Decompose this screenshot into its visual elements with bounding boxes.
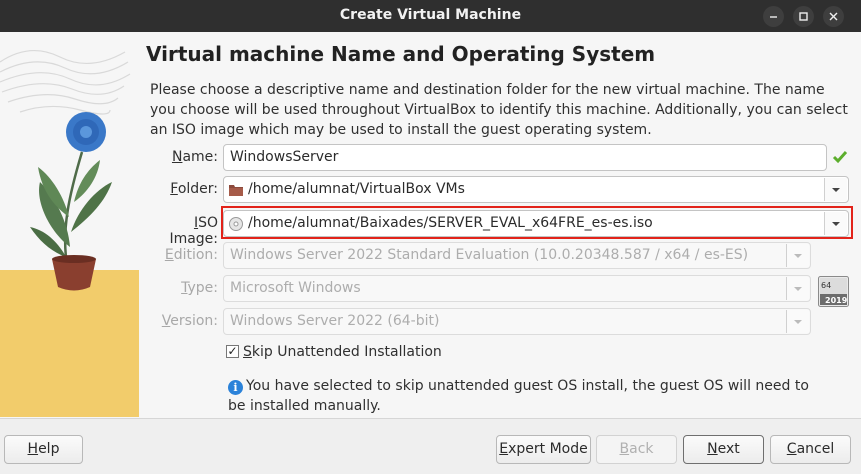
close-button[interactable] bbox=[823, 6, 844, 27]
close-icon bbox=[829, 12, 838, 21]
edition-label-text: dition: bbox=[173, 247, 218, 263]
minimize-icon bbox=[770, 16, 777, 18]
expert-mode-mnemonic: E bbox=[499, 441, 509, 457]
help-mnemonic: H bbox=[27, 441, 39, 457]
type-label-text: ype: bbox=[187, 280, 218, 296]
type-label: Type: bbox=[146, 280, 218, 296]
back-button[interactable]: Back bbox=[596, 435, 677, 464]
os-badge-arch: 64 bbox=[821, 281, 831, 290]
type-dropdown-arrow-icon bbox=[786, 277, 809, 300]
skip-unattended-checkbox[interactable]: ✓ bbox=[226, 345, 239, 358]
iso-label: ISO Image: bbox=[146, 215, 218, 247]
os-badge-year: 2019 bbox=[825, 296, 848, 305]
back-mnemonic: B bbox=[619, 441, 630, 457]
folder-icon bbox=[229, 185, 243, 196]
type-select-value: Microsoft Windows bbox=[230, 280, 361, 296]
expert-mode-text: xpert Mode bbox=[508, 441, 588, 457]
page-description: Please choose a descriptive name and des… bbox=[150, 82, 848, 138]
minimize-button[interactable] bbox=[763, 6, 784, 27]
page-heading: Virtual machine Name and Operating Syste… bbox=[146, 42, 656, 66]
window-title: Create Virtual Machine bbox=[339, 7, 522, 23]
cancel-text: ancel bbox=[796, 441, 835, 457]
folder-label-text: older: bbox=[177, 181, 218, 197]
folder-label-mnemonic: F bbox=[170, 181, 178, 197]
name-label-mnemonic: N bbox=[171, 149, 183, 165]
windows-server-os-icon: 64 2019 bbox=[818, 276, 849, 307]
iso-highlight-box bbox=[221, 206, 853, 239]
edition-select: Windows Server 2022 Standard Evaluation … bbox=[223, 242, 811, 269]
cancel-button[interactable]: Cancel bbox=[770, 435, 851, 464]
folder-select[interactable]: /home/alumnat/VirtualBox VMs bbox=[223, 176, 849, 203]
wizard-illustration bbox=[0, 32, 139, 417]
name-input[interactable]: WindowsServer bbox=[223, 144, 827, 171]
version-select: Windows Server 2022 (64-bit) bbox=[223, 308, 811, 335]
version-dropdown-arrow-icon bbox=[786, 310, 809, 333]
cancel-mnemonic: C bbox=[786, 441, 797, 457]
folder-select-value: /home/alumnat/VirtualBox VMs bbox=[248, 181, 465, 197]
info-icon: i bbox=[228, 380, 243, 395]
help-text: elp bbox=[38, 441, 60, 457]
skip-unattended-label[interactable]: Skip Unattended Installation bbox=[243, 344, 442, 360]
next-button[interactable]: Next bbox=[683, 435, 764, 464]
edition-dropdown-arrow-icon bbox=[786, 244, 809, 267]
skip-unattended-text: kip Unattended Installation bbox=[251, 344, 442, 360]
maximize-button[interactable] bbox=[793, 6, 814, 27]
valid-check-icon bbox=[832, 151, 848, 164]
folder-label: Folder: bbox=[146, 181, 218, 197]
version-select-value: Windows Server 2022 (64-bit) bbox=[230, 313, 440, 329]
version-label: Version: bbox=[146, 313, 218, 329]
help-button[interactable]: Help bbox=[4, 435, 83, 464]
info-text: You have selected to skip unattended gue… bbox=[228, 378, 809, 414]
unattended-info-message: i You have selected to skip unattended gu… bbox=[228, 376, 828, 416]
name-input-value: WindowsServer bbox=[230, 149, 339, 165]
maximize-icon bbox=[799, 12, 808, 21]
type-select: Microsoft Windows bbox=[223, 275, 811, 302]
edition-label-mnemonic: E bbox=[164, 247, 174, 263]
edition-select-value: Windows Server 2022 Standard Evaluation … bbox=[230, 247, 749, 263]
version-label-mnemonic: V bbox=[161, 313, 171, 329]
next-mnemonic: N bbox=[707, 441, 718, 457]
back-text: ack bbox=[629, 441, 654, 457]
folder-dropdown-arrow-icon[interactable] bbox=[824, 178, 847, 201]
edition-label: Edition: bbox=[146, 247, 218, 263]
wizard-content: Virtual machine Name and Operating Syste… bbox=[0, 32, 861, 474]
version-label-text: ersion: bbox=[170, 313, 218, 329]
expert-mode-button[interactable]: Expert Mode bbox=[496, 435, 591, 464]
window-titlebar: Create Virtual Machine bbox=[0, 0, 861, 32]
name-label: Name: bbox=[146, 149, 218, 165]
next-text: ext bbox=[717, 441, 740, 457]
name-label-text: ame: bbox=[182, 149, 218, 165]
skip-unattended-mnemonic: S bbox=[243, 344, 252, 360]
